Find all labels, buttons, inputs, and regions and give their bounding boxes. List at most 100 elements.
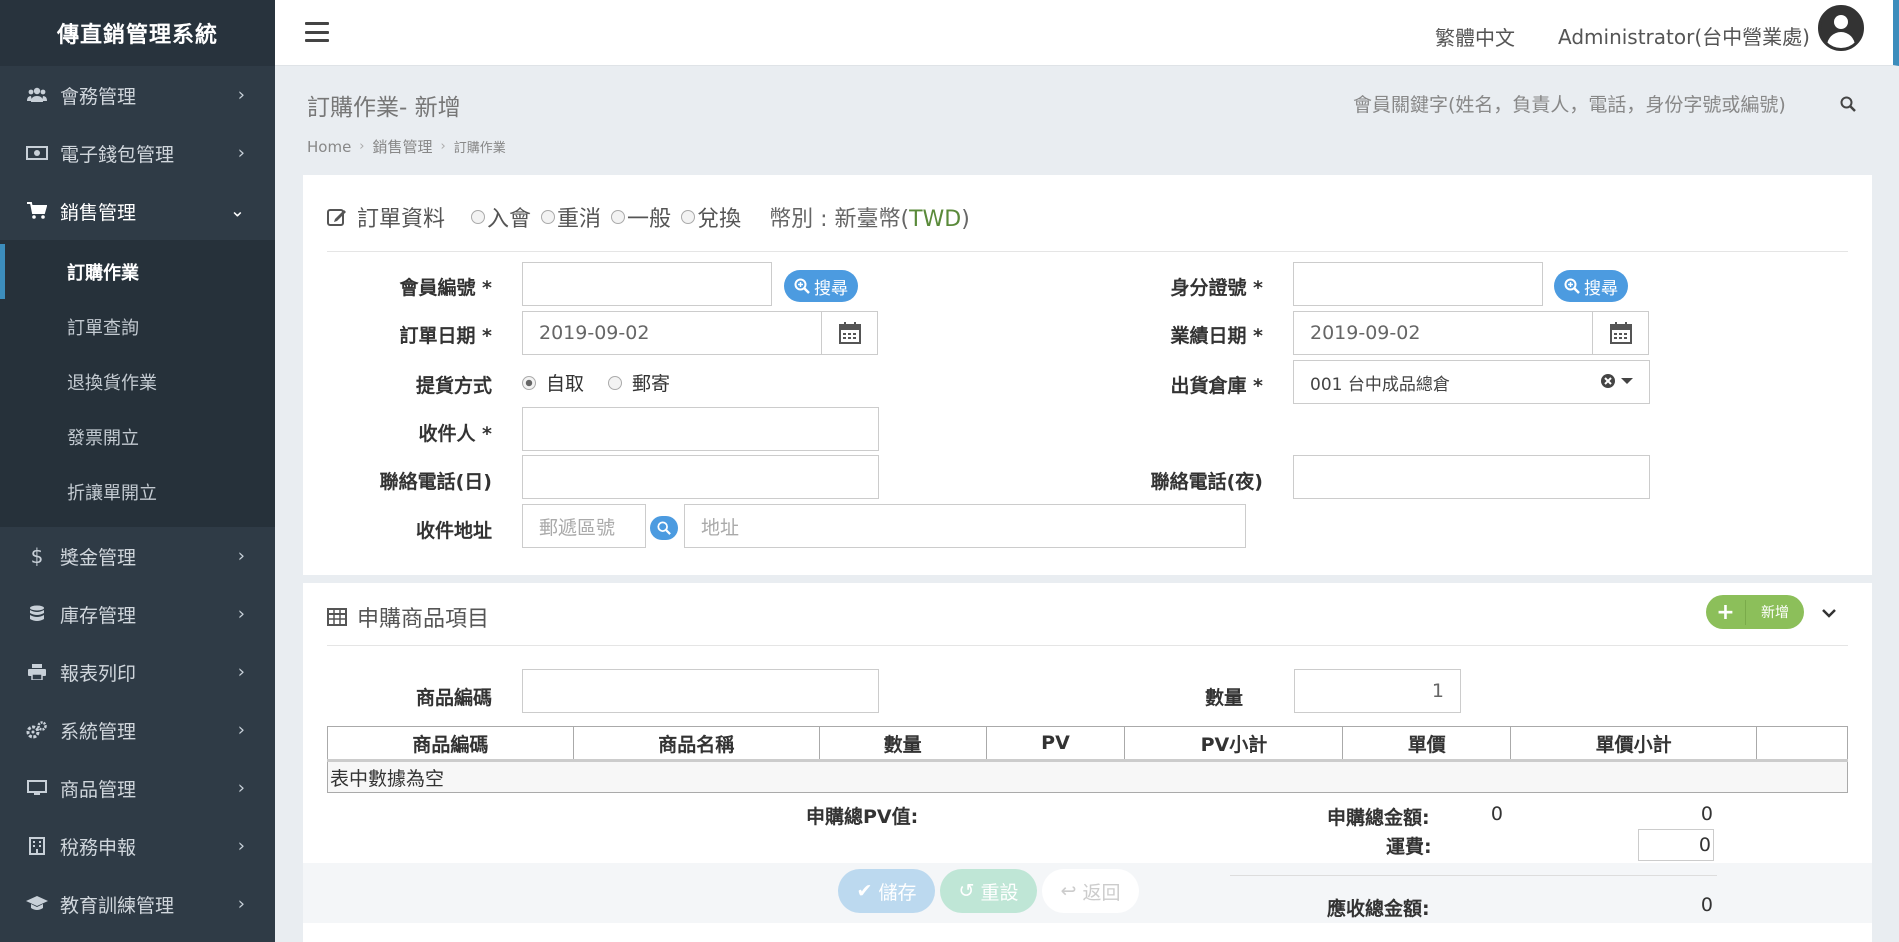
- monitor-icon: [24, 780, 50, 796]
- dollar-icon: $: [30, 544, 44, 568]
- chevron-right-icon: ›: [237, 893, 245, 915]
- chevron-right-icon: ›: [237, 777, 245, 799]
- member-search-input[interactable]: 會員關鍵字(姓名，負責人，電話，身份字號或編號): [1353, 90, 1786, 117]
- sidebar-subitem-order[interactable]: 訂購作業: [0, 244, 275, 299]
- clear-icon: [1601, 374, 1615, 388]
- database-icon: [24, 605, 50, 623]
- radio-exchange[interactable]: 兌換: [675, 201, 741, 233]
- id-search-button[interactable]: 搜尋: [1554, 270, 1628, 302]
- column-header[interactable]: PV: [985, 726, 1126, 762]
- sidebar-subitem-return[interactable]: 退換貨作業: [0, 354, 275, 409]
- calendar-icon[interactable]: [821, 311, 878, 355]
- address-label: 收件地址: [415, 520, 492, 542]
- building-icon: [24, 837, 50, 855]
- delivery-label: 提貨方式: [415, 375, 492, 397]
- sidebar: 傳直銷管理系統 會務管理 › 電子錢包管理 › 銷售管理 ⌄ 訂購作業 訂單查詢…: [0, 0, 275, 942]
- sidebar-item-label: 銷售管理: [60, 201, 137, 224]
- sidebar-item-inventory[interactable]: 庫存管理 ›: [0, 585, 275, 643]
- zip-input[interactable]: 郵遞區號: [522, 504, 646, 548]
- edit-icon: [327, 207, 347, 227]
- sidebar-item-training[interactable]: 教育訓練管理 ›: [0, 875, 275, 933]
- search-plus-icon: [794, 278, 810, 294]
- column-header[interactable]: 商品名稱: [572, 726, 820, 762]
- language-switch[interactable]: 繁體中文: [1435, 22, 1515, 51]
- sidebar-submenu: 訂購作業 訂單查詢 退換貨作業 發票開立 折讓單開立: [0, 240, 275, 527]
- column-header[interactable]: 單價小計: [1510, 726, 1758, 762]
- sidebar-subitem-allowance[interactable]: 折讓單開立: [0, 464, 275, 519]
- member-no-input[interactable]: [522, 262, 772, 306]
- chevron-right-icon: ›: [237, 603, 245, 625]
- chevron-down-icon[interactable]: [1822, 603, 1836, 624]
- phone-day-label: 聯絡電話(日): [379, 471, 492, 493]
- cart-icon: [24, 202, 50, 220]
- button-label: 返回: [1082, 881, 1121, 904]
- sidebar-item-bonus[interactable]: $ 獎金管理 ›: [0, 527, 275, 585]
- graduation-icon: [24, 896, 50, 912]
- perf-date-label: 業績日期 *: [1170, 325, 1263, 347]
- column-header[interactable]: PV小計: [1124, 726, 1344, 762]
- address-input[interactable]: 地址: [684, 504, 1246, 548]
- product-code-input[interactable]: [522, 669, 879, 713]
- column-header[interactable]: 單價: [1342, 726, 1512, 762]
- warehouse-select[interactable]: 001 台中成品總倉: [1293, 360, 1650, 404]
- sidebar-item-tax[interactable]: 稅務申報 ›: [0, 817, 275, 875]
- avatar[interactable]: [1818, 5, 1864, 51]
- sidebar-subitem-invoice[interactable]: 發票開立: [0, 409, 275, 464]
- receiver-label: 收件人 *: [418, 423, 492, 445]
- zip-search-icon[interactable]: [650, 516, 678, 540]
- receiver-input[interactable]: [522, 407, 879, 451]
- reply-icon: ↩: [1060, 880, 1077, 902]
- sidebar-subitem-order-query[interactable]: 訂單查詢: [0, 299, 275, 354]
- back-button[interactable]: ↩ 返回: [1042, 869, 1139, 913]
- save-button[interactable]: ✔ 儲存: [838, 869, 935, 913]
- sidebar-item-member[interactable]: 會務管理 ›: [0, 66, 275, 124]
- topbar: 繁體中文 Administrator(台中營業處): [275, 0, 1899, 66]
- sidebar-item-label: 庫存管理: [60, 604, 137, 627]
- sidebar-item-reports[interactable]: 報表列印 ›: [0, 643, 275, 701]
- sidebar-item-system[interactable]: 系統管理 ›: [0, 701, 275, 759]
- sidebar-item-wallet[interactable]: 電子錢包管理 ›: [0, 124, 275, 182]
- phone-day-input[interactable]: [522, 455, 879, 499]
- qty-label: 數量: [1204, 687, 1243, 709]
- undo-icon: ↺: [958, 880, 975, 902]
- calendar-icon[interactable]: [1592, 311, 1649, 355]
- items-panel: 申購商品項目 + 新增 商品編碼 數量 1 商品編碼 商品名稱 數量 PV PV…: [303, 583, 1872, 942]
- delivery-options: 自取 郵寄: [522, 369, 670, 396]
- add-item-button[interactable]: + 新增: [1706, 595, 1804, 629]
- phone-night-input[interactable]: [1293, 455, 1650, 499]
- items-table: 商品編碼 商品名稱 數量 PV PV小計 單價 單價小計 表中數據為空: [327, 726, 1848, 793]
- radio-general[interactable]: 一般: [605, 201, 671, 233]
- menu-toggle-icon[interactable]: [305, 22, 329, 42]
- sidebar-item-sales[interactable]: 銷售管理 ⌄: [0, 182, 275, 240]
- items-header: 申購商品項目: [327, 601, 489, 633]
- sidebar-item-products[interactable]: 商品管理 ›: [0, 759, 275, 817]
- search-icon[interactable]: [1840, 96, 1856, 112]
- qty-input[interactable]: 1: [1294, 669, 1461, 713]
- chevron-right-icon: ›: [237, 84, 245, 106]
- breadcrumb-home[interactable]: Home: [307, 138, 351, 156]
- perf-date-input[interactable]: 2019-09-02: [1293, 311, 1593, 355]
- column-header[interactable]: 數量: [818, 726, 987, 762]
- radio-pickup[interactable]: 自取: [522, 369, 584, 396]
- order-date-input[interactable]: 2019-09-02: [522, 311, 822, 355]
- id-no-label: 身分證號 *: [1170, 277, 1263, 299]
- radio-mail[interactable]: 郵寄: [602, 369, 670, 396]
- total-pv-label: 申購總PV值:: [806, 806, 919, 828]
- placeholder: 地址: [701, 516, 740, 539]
- plus-icon: +: [1706, 599, 1746, 625]
- reset-button[interactable]: ↺ 重設: [940, 869, 1037, 913]
- phone-night-label: 聯絡電話(夜): [1150, 471, 1263, 493]
- user-name[interactable]: Administrator(台中營業處): [1558, 21, 1810, 50]
- shipping-label: 運費:: [1386, 836, 1432, 858]
- print-icon: [24, 664, 50, 680]
- radio-join[interactable]: 入會: [465, 201, 531, 233]
- product-code-label: 商品編碼: [415, 687, 492, 709]
- id-no-input[interactable]: [1293, 262, 1543, 306]
- column-header: [1756, 726, 1848, 762]
- column-header[interactable]: 商品編碼: [327, 726, 574, 762]
- member-search-button[interactable]: 搜尋: [784, 270, 858, 302]
- radio-repurchase[interactable]: 重消: [535, 201, 601, 233]
- breadcrumb-sales[interactable]: 銷售管理: [373, 136, 433, 157]
- shipping-input[interactable]: 0: [1638, 829, 1714, 861]
- warehouse-label: 出貨倉庫 *: [1170, 375, 1263, 397]
